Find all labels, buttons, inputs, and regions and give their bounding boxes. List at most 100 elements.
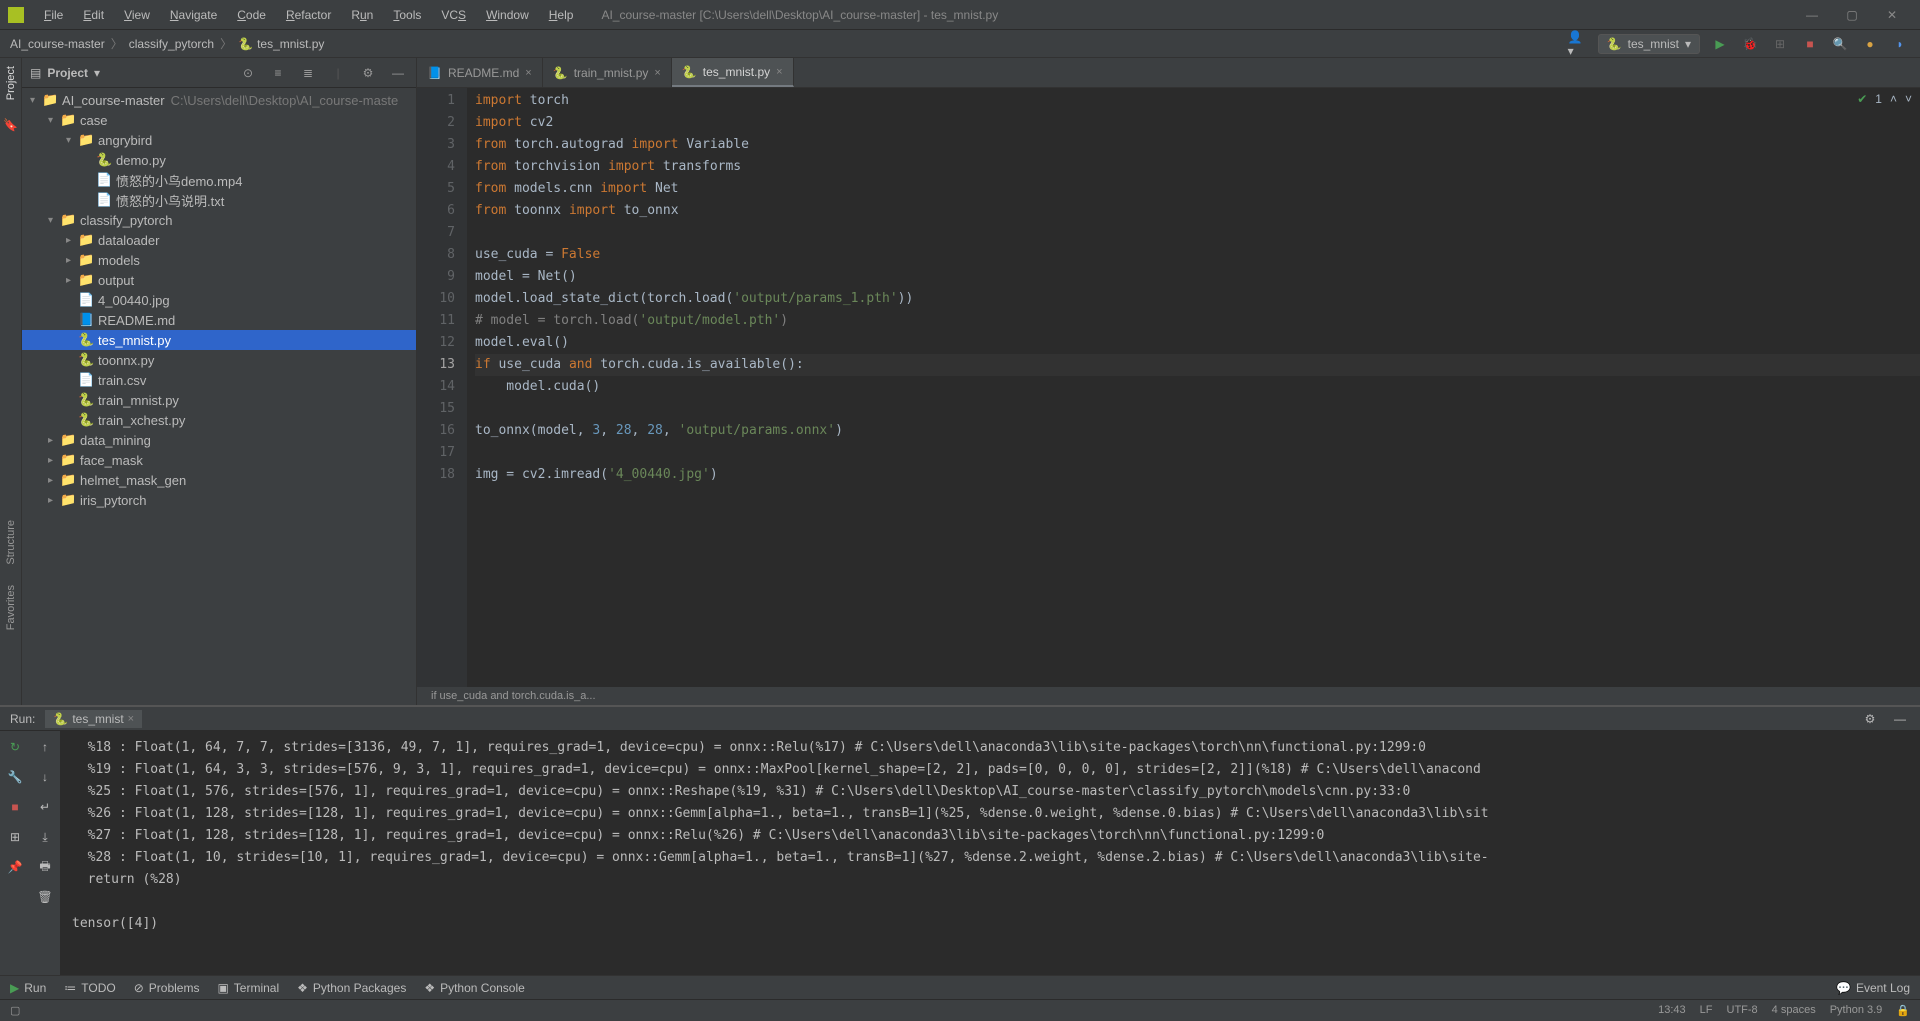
gear-icon[interactable]: ⚙: [358, 63, 378, 83]
tree-row[interactable]: 🐍demo.py: [22, 150, 416, 170]
rail-structure[interactable]: Structure: [5, 520, 17, 565]
close-tab-icon[interactable]: ×: [776, 66, 782, 78]
status-menu-icon[interactable]: ▢: [10, 1004, 20, 1017]
wrench-icon[interactable]: 🔧: [5, 767, 25, 787]
tree-row[interactable]: ▸📁dataloader: [22, 230, 416, 250]
bookmark-icon[interactable]: 🔖: [3, 118, 18, 132]
tree-row[interactable]: ▸📁output: [22, 270, 416, 290]
close-tab-icon[interactable]: ×: [654, 67, 660, 79]
tree-row[interactable]: ▸📁helmet_mask_gen: [22, 470, 416, 490]
bottom-terminal[interactable]: ▣Terminal: [217, 981, 279, 995]
tree-row[interactable]: ▾📁AI_course-master C:\Users\dell\Desktop…: [22, 90, 416, 110]
collapse-all-icon[interactable]: ≣: [298, 63, 318, 83]
editor-tab[interactable]: 🐍train_mnist.py×: [543, 58, 672, 87]
hide-panel-icon[interactable]: ―: [388, 63, 408, 83]
bottom-run[interactable]: ▶Run: [10, 981, 46, 995]
menu-navigate[interactable]: Navigate: [162, 4, 225, 26]
line-number-gutter[interactable]: 123456789101112131415161718: [417, 88, 467, 705]
chevron-down-icon[interactable]: ˅: [1905, 92, 1912, 106]
rerun-icon[interactable]: ↻: [5, 737, 25, 757]
tree-row[interactable]: 📄愤怒的小鸟说明.txt: [22, 190, 416, 210]
tree-row[interactable]: 🐍tes_mnist.py: [22, 330, 416, 350]
run-configuration-selector[interactable]: 🐍 tes_mnist ▾: [1598, 34, 1700, 54]
breadcrumb-item-root[interactable]: AI_course-master: [10, 37, 105, 51]
tree-row[interactable]: ▸📁data_mining: [22, 430, 416, 450]
bottom-todo[interactable]: ≔TODO: [64, 981, 115, 995]
scroll-icon[interactable]: ⤓: [35, 827, 55, 847]
tree-row[interactable]: ▾📁classify_pytorch: [22, 210, 416, 230]
tree-row[interactable]: ▸📁models: [22, 250, 416, 270]
tree-row[interactable]: 🐍train_xchest.py: [22, 410, 416, 430]
status-line-sep[interactable]: LF: [1700, 1004, 1713, 1017]
coverage-button[interactable]: ⊞: [1770, 34, 1790, 54]
status-encoding[interactable]: UTF-8: [1727, 1004, 1758, 1017]
tree-row[interactable]: 🐍toonnx.py: [22, 350, 416, 370]
debug-button[interactable]: 🐞: [1740, 34, 1760, 54]
breadcrumb-item-folder[interactable]: classify_pytorch: [129, 37, 214, 51]
up-icon[interactable]: ↑: [35, 737, 55, 757]
menu-help[interactable]: Help: [541, 4, 582, 26]
code-area[interactable]: import torchimport cv2from torch.autogra…: [467, 88, 1920, 705]
bottom-problems[interactable]: ⊘Problems: [134, 981, 200, 995]
event-log[interactable]: 💬Event Log: [1836, 981, 1910, 995]
update-icon[interactable]: ●: [1860, 34, 1880, 54]
project-tree[interactable]: ▾📁AI_course-master C:\Users\dell\Desktop…: [22, 88, 416, 705]
chevron-down-icon[interactable]: ▾: [94, 66, 100, 80]
menu-code[interactable]: Code: [229, 4, 274, 26]
menu-tools[interactable]: Tools: [385, 4, 429, 26]
code-breadcrumb[interactable]: if use_cuda and torch.cuda.is_a...: [417, 687, 1920, 705]
layout-icon[interactable]: ⊞: [5, 827, 25, 847]
menu-edit[interactable]: Edit: [75, 4, 112, 26]
menu-refactor[interactable]: Refactor: [278, 4, 339, 26]
stop-icon[interactable]: ■: [5, 797, 25, 817]
editor-tab[interactable]: 📘README.md×: [417, 58, 543, 87]
expand-all-icon[interactable]: ≡: [268, 63, 288, 83]
tree-row[interactable]: 📘README.md: [22, 310, 416, 330]
maximize-button[interactable]: ▢: [1840, 8, 1864, 22]
inspection-status[interactable]: ✔ 1 ˄ ˅: [1857, 92, 1912, 106]
lock-icon[interactable]: 🔒: [1896, 1004, 1910, 1017]
project-panel-title[interactable]: Project: [47, 66, 88, 80]
trash-icon[interactable]: 🗑: [35, 887, 55, 907]
run-tab[interactable]: 🐍 tes_mnist ×: [45, 710, 142, 728]
add-user-icon[interactable]: 👤▾: [1568, 34, 1588, 54]
search-icon[interactable]: 🔍: [1830, 34, 1850, 54]
run-button[interactable]: ▶: [1710, 34, 1730, 54]
tree-row[interactable]: 📄4_00440.jpg: [22, 290, 416, 310]
wrap-icon[interactable]: ↵: [35, 797, 55, 817]
stop-button[interactable]: ■: [1800, 34, 1820, 54]
tree-row[interactable]: ▸📁face_mask: [22, 450, 416, 470]
hide-panel-icon[interactable]: ―: [1890, 709, 1910, 729]
close-button[interactable]: ✕: [1880, 8, 1904, 22]
breadcrumb-item-file[interactable]: 🐍tes_mnist.py: [238, 37, 324, 51]
rail-favorites[interactable]: Favorites: [5, 585, 17, 630]
rail-project[interactable]: Project: [5, 66, 17, 100]
status-indent[interactable]: 4 spaces: [1772, 1004, 1816, 1017]
editor-tab[interactable]: 🐍tes_mnist.py×: [672, 58, 794, 87]
close-tab-icon[interactable]: ×: [525, 67, 531, 79]
editor-body[interactable]: 123456789101112131415161718 import torch…: [417, 88, 1920, 705]
close-tab-icon[interactable]: ×: [128, 713, 134, 725]
menu-file[interactable]: File: [36, 4, 71, 26]
chevron-up-icon[interactable]: ˄: [1890, 92, 1897, 106]
sync-icon[interactable]: ◗: [1890, 34, 1910, 54]
tree-row[interactable]: 📄train.csv: [22, 370, 416, 390]
tree-row[interactable]: ▾📁case: [22, 110, 416, 130]
menu-run[interactable]: Run: [343, 4, 381, 26]
status-interpreter[interactable]: Python 3.9: [1830, 1004, 1883, 1017]
bottom-python-packages[interactable]: ❖Python Packages: [297, 981, 406, 995]
print-icon[interactable]: 🖶: [35, 857, 55, 877]
down-icon[interactable]: ↓: [35, 767, 55, 787]
menu-view[interactable]: View: [116, 4, 158, 26]
gear-icon[interactable]: ⚙: [1860, 709, 1880, 729]
console-output[interactable]: %18 : Float(1, 64, 7, 7, strides=[3136, …: [60, 731, 1920, 975]
bottom-python-console[interactable]: ❖Python Console: [424, 981, 525, 995]
tree-row[interactable]: 📄愤怒的小鸟demo.mp4: [22, 170, 416, 190]
menu-window[interactable]: Window: [478, 4, 537, 26]
tree-row[interactable]: ▸📁iris_pytorch: [22, 490, 416, 510]
tree-row[interactable]: ▾📁angrybird: [22, 130, 416, 150]
menu-vcs[interactable]: VCS: [433, 4, 474, 26]
locate-icon[interactable]: ⊙: [238, 63, 258, 83]
minimize-button[interactable]: ―: [1800, 8, 1824, 22]
tree-row[interactable]: 🐍train_mnist.py: [22, 390, 416, 410]
